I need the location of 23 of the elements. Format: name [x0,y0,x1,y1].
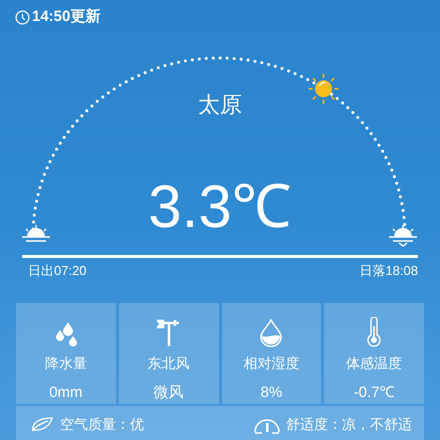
stat-value: 0mm [49,383,83,403]
stat-value: 8% [260,383,282,403]
stat-value: -0.7℃ [354,383,395,403]
stat-label: 降水量 [44,354,87,373]
thermometer-icon [366,317,382,347]
clock-icon [15,10,30,24]
air-quality: 空气质量：优 [60,414,144,434]
wind-vane-icon [156,319,181,347]
temperature: 3.3℃ [148,175,292,239]
update-time: 14:50更新 [32,6,100,27]
sunrise-time: 日出07:20 [28,263,87,279]
stat-label: 相对湿度 [243,354,300,373]
water-drop-icon [260,319,282,347]
comfort-level: 舒适度：凉，不舒适 [286,414,412,434]
raindrops-icon [54,321,78,347]
sunset-time: 日落18:08 [359,263,418,279]
stat-label: 体感温度 [346,354,402,373]
stat-value: 微风 [154,383,184,403]
city-name: 太原 [198,91,242,119]
sunrise-icon [21,224,51,242]
stat-label: 东北风 [148,354,190,373]
leaf-icon [30,416,54,432]
sunset-icon [388,224,418,247]
